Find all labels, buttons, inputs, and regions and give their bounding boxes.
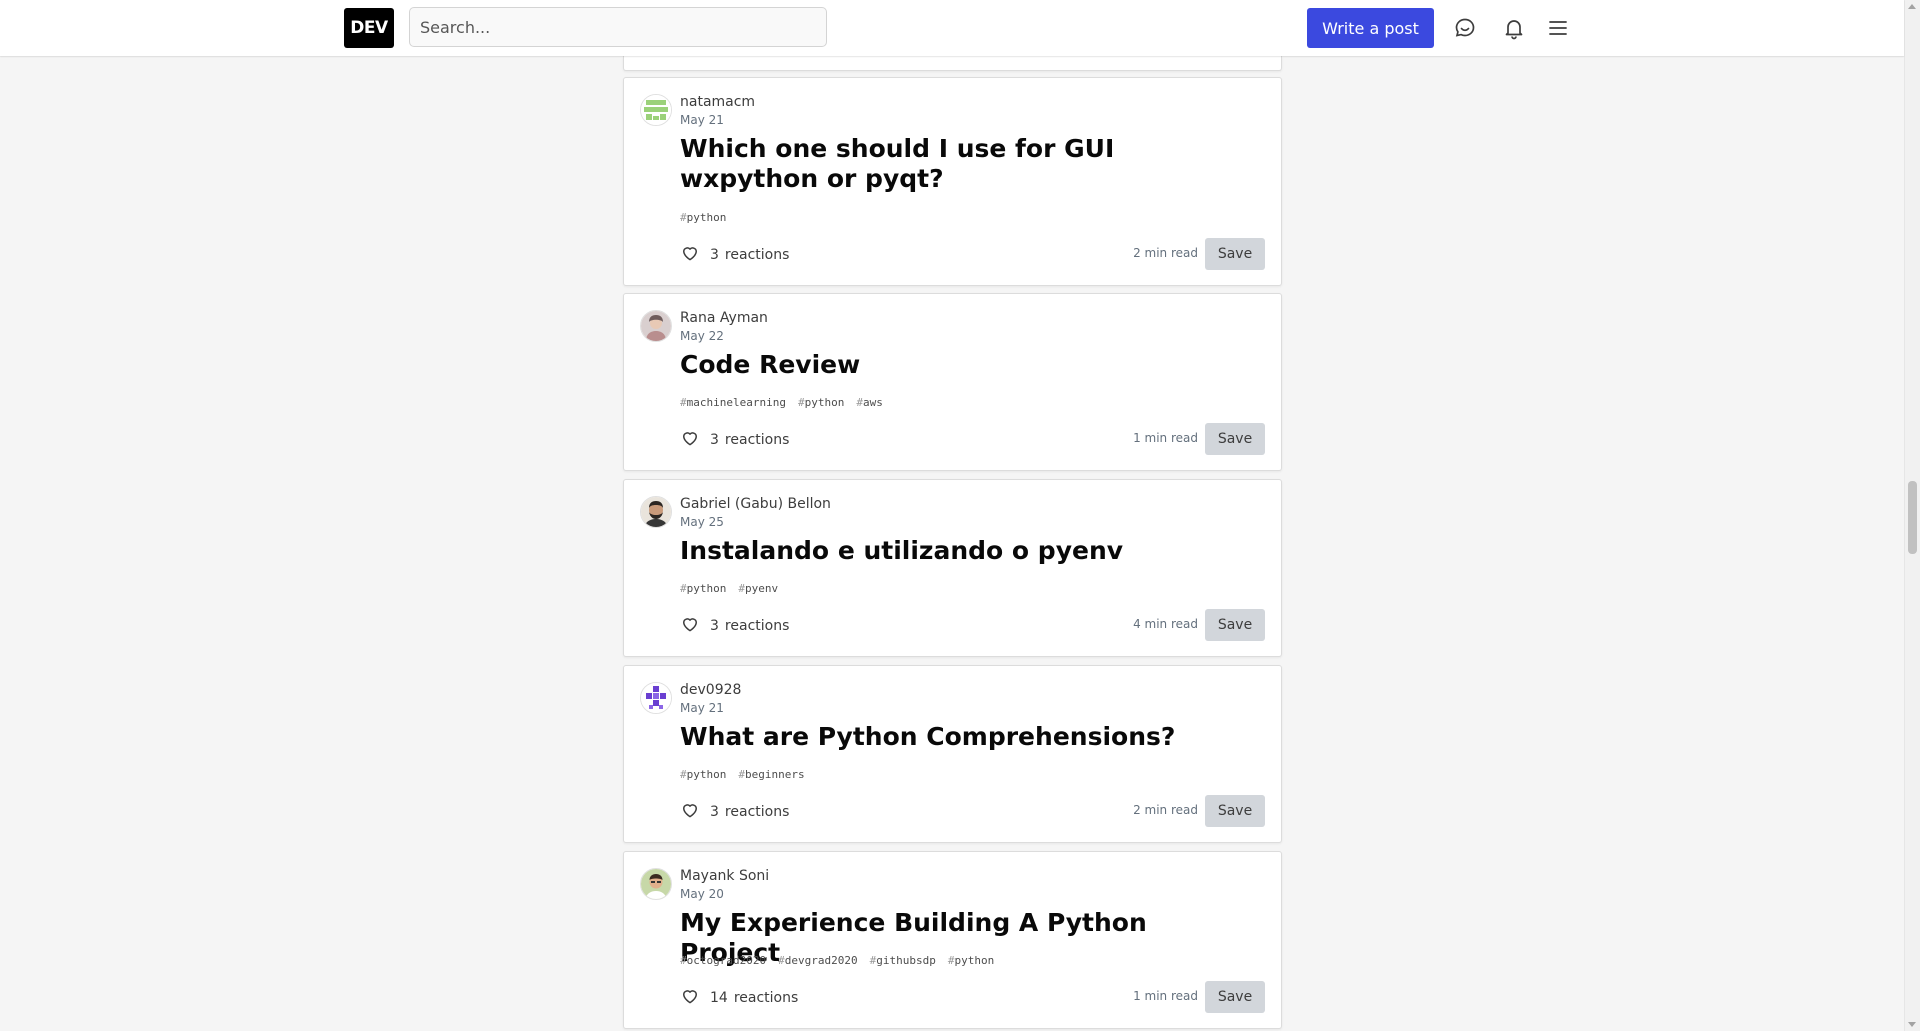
tag-list: #machinelearning #python #aws	[680, 396, 883, 409]
reactions-count: 3	[710, 432, 719, 448]
dev-logo[interactable]: DEV	[344, 8, 394, 48]
scroll-up-icon[interactable]	[1908, 4, 1916, 9]
reactions-count: 3	[710, 804, 719, 820]
page: DEV Write a post	[0, 0, 1920, 1031]
heart-icon	[680, 800, 700, 824]
author-name[interactable]: natamacm	[680, 94, 755, 110]
reactions-count: 14	[710, 990, 728, 1006]
post-card-partial[interactable]	[623, 56, 1282, 71]
tag[interactable]: #octograd2020	[680, 954, 766, 967]
tag-list: #python #beginners	[680, 768, 805, 781]
bell-icon[interactable]	[1500, 14, 1528, 42]
reactions-link[interactable]: 3 reactions	[680, 800, 789, 824]
chat-icon[interactable]	[1451, 14, 1479, 42]
search-input[interactable]	[409, 7, 827, 47]
author-name[interactable]: Gabriel (Gabu) Bellon	[680, 496, 831, 512]
vertical-scrollbar[interactable]	[1904, 0, 1920, 1031]
tag[interactable]: #beginners	[738, 768, 804, 781]
avatar[interactable]	[640, 310, 672, 342]
post-date: May 21	[680, 701, 724, 715]
top-header: DEV Write a post	[0, 0, 1904, 56]
save-button[interactable]: Save	[1205, 423, 1265, 455]
tag[interactable]: #python	[680, 211, 726, 224]
post-date: May 20	[680, 887, 724, 901]
post-card[interactable]: Rana Ayman May 22 Code Review #machinele…	[623, 293, 1282, 471]
scroll-thumb[interactable]	[1908, 481, 1917, 554]
post-date: May 25	[680, 515, 724, 529]
reactions-link[interactable]: 3 reactions	[680, 243, 789, 267]
heart-icon	[680, 243, 700, 267]
reactions-link[interactable]: 3 reactions	[680, 614, 789, 638]
save-button[interactable]: Save	[1205, 981, 1265, 1013]
heart-icon	[680, 614, 700, 638]
tag-list: #python	[680, 211, 726, 224]
read-time: 2 min read	[1133, 246, 1198, 260]
post-date: May 22	[680, 329, 724, 343]
tag[interactable]: #python	[948, 954, 994, 967]
post-card[interactable]: natamacm May 21 Which one should I use f…	[623, 77, 1282, 286]
reactions-label: reactions	[733, 990, 799, 1006]
reactions-count: 3	[710, 618, 719, 634]
post-title[interactable]: Code Review	[680, 350, 1220, 380]
scroll-down-icon[interactable]	[1908, 1022, 1916, 1027]
save-button[interactable]: Save	[1205, 238, 1265, 270]
post-title[interactable]: Which one should I use for GUI wxpython …	[680, 134, 1220, 194]
post-card[interactable]: Gabriel (Gabu) Bellon May 25 Instalando …	[623, 479, 1282, 657]
author-name[interactable]: Rana Ayman	[680, 310, 768, 326]
tag-list: #python #pyenv	[680, 582, 778, 595]
post-title[interactable]: What are Python Comprehensions?	[680, 722, 1220, 752]
avatar[interactable]	[640, 868, 672, 900]
reactions-count: 3	[710, 247, 719, 263]
author-name[interactable]: Mayank Soni	[680, 868, 769, 884]
read-time: 4 min read	[1133, 617, 1198, 631]
heart-icon	[680, 986, 700, 1010]
tag[interactable]: #python	[798, 396, 844, 409]
avatar[interactable]	[640, 682, 672, 714]
tag[interactable]: #python	[680, 768, 726, 781]
tag[interactable]: #githubsdp	[870, 954, 936, 967]
post-title[interactable]: Instalando e utilizando o pyenv	[680, 536, 1220, 566]
reactions-link[interactable]: 14 reactions	[680, 986, 798, 1010]
write-post-button[interactable]: Write a post	[1307, 8, 1434, 48]
menu-icon[interactable]	[1544, 14, 1572, 42]
reactions-label: reactions	[724, 432, 790, 448]
read-time: 1 min read	[1133, 989, 1198, 1003]
avatar[interactable]	[640, 496, 672, 528]
tag[interactable]: #machinelearning	[680, 396, 786, 409]
post-date: May 21	[680, 113, 724, 127]
save-button[interactable]: Save	[1205, 795, 1265, 827]
tag-list: #octograd2020 #devgrad2020 #githubsdp #p…	[680, 954, 994, 967]
read-time: 2 min read	[1133, 803, 1198, 817]
post-card[interactable]: dev0928 May 21 What are Python Comprehen…	[623, 665, 1282, 843]
reactions-label: reactions	[724, 804, 790, 820]
post-card[interactable]: Mayank Soni May 20 My Experience Buildin…	[623, 851, 1282, 1029]
heart-icon	[680, 428, 700, 452]
tag[interactable]: #pyenv	[738, 582, 778, 595]
tag[interactable]: #devgrad2020	[778, 954, 857, 967]
reactions-label: reactions	[724, 247, 790, 263]
avatar[interactable]	[640, 94, 672, 126]
author-name[interactable]: dev0928	[680, 682, 741, 698]
tag[interactable]: #python	[680, 582, 726, 595]
read-time: 1 min read	[1133, 431, 1198, 445]
save-button[interactable]: Save	[1205, 609, 1265, 641]
reactions-link[interactable]: 3 reactions	[680, 428, 789, 452]
reactions-label: reactions	[724, 618, 790, 634]
tag[interactable]: #aws	[856, 396, 883, 409]
